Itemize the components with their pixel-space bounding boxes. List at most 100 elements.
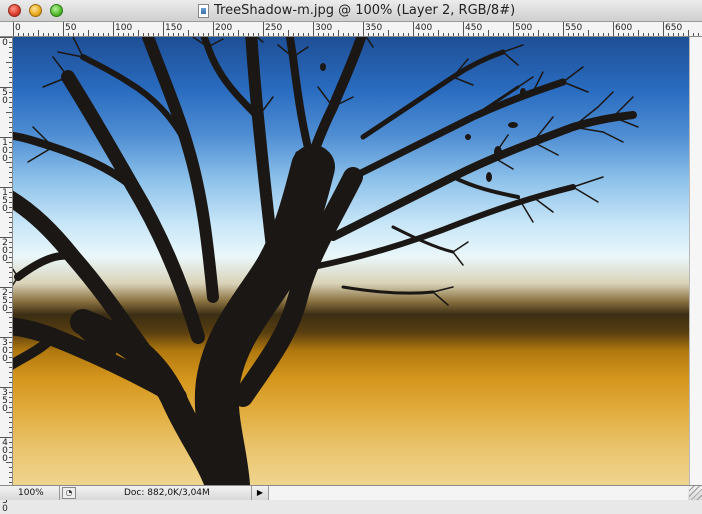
ruler-minor-tick [58, 33, 59, 36]
ruler-minor-tick [6, 62, 12, 63]
ruler-minor-tick [458, 33, 459, 36]
ruler-minor-tick [23, 33, 24, 36]
image-canvas[interactable] [13, 37, 689, 485]
vertical-scrollbar[interactable] [689, 37, 702, 485]
ruler-minor-tick [368, 33, 369, 36]
ruler-minor-tick [9, 372, 12, 373]
ruler-minor-tick [278, 33, 279, 36]
ruler-minor-tick [9, 357, 12, 358]
horizontal-ruler[interactable]: 0 50 100 150 200 250 300 350 400 450 500 550 600 650 [0, 22, 702, 37]
ruler-minor-tick [9, 332, 12, 333]
close-button-icon[interactable] [8, 4, 21, 17]
ruler-minor-tick [6, 112, 12, 113]
ruler-minor-tick [348, 33, 349, 36]
ruler-major-tick [113, 22, 114, 36]
ruler-minor-tick [9, 472, 12, 473]
ruler-minor-tick [123, 33, 124, 36]
ruler-label: 250 [265, 23, 283, 33]
ruler-minor-tick [9, 267, 12, 268]
document-info[interactable]: Doc: 882,0K/3,04M [80, 486, 252, 500]
ruler-minor-tick [9, 182, 12, 183]
ruler-minor-tick [9, 352, 12, 353]
ruler-label: 650 [665, 23, 683, 33]
ruler-label: 300 [315, 23, 333, 33]
ruler-minor-tick [473, 33, 474, 36]
ruler-minor-tick [9, 402, 12, 403]
ruler-minor-tick [193, 33, 194, 36]
ruler-minor-tick [9, 282, 12, 283]
ruler-label: 5 0 [2, 88, 8, 106]
ruler-minor-tick [588, 30, 589, 36]
ruler-minor-tick [448, 33, 449, 36]
ruler-minor-tick [583, 33, 584, 36]
ruler-minor-tick [9, 47, 12, 48]
ruler-minor-tick [308, 33, 309, 36]
ruler-minor-tick [303, 33, 304, 36]
vertical-ruler[interactable]: 05 01 0 01 5 02 0 02 5 03 0 03 5 04 0 04… [0, 37, 13, 514]
ruler-minor-tick [533, 33, 534, 36]
document-proxy-icon[interactable] [198, 4, 209, 18]
horizontal-scrollbar[interactable] [268, 486, 688, 500]
ruler-label: 350 [365, 23, 383, 33]
ruler-minor-tick [9, 242, 12, 243]
ruler-minor-tick [373, 33, 374, 36]
ruler-minor-tick [593, 33, 594, 36]
ruler-minor-tick [598, 33, 599, 36]
tree-silhouette [13, 37, 639, 485]
ruler-minor-tick [283, 33, 284, 36]
zoom-level-field[interactable]: 100% [0, 486, 60, 500]
ruler-minor-tick [43, 33, 44, 36]
ruler-minor-tick [78, 33, 79, 36]
ruler-minor-tick [293, 33, 294, 36]
ruler-label: 550 [565, 23, 583, 33]
ruler-minor-tick [48, 33, 49, 36]
ruler-minor-tick [658, 33, 659, 36]
ruler-minor-tick [9, 397, 12, 398]
ruler-minor-tick [9, 127, 12, 128]
ruler-major-tick [513, 22, 514, 36]
ruler-minor-tick [503, 33, 504, 36]
ruler-minor-tick [443, 33, 444, 36]
ruler-minor-tick [6, 462, 12, 463]
zoom-button-icon[interactable] [50, 4, 63, 17]
ruler-label: 0 [2, 38, 8, 48]
ruler-minor-tick [9, 377, 12, 378]
ruler-minor-tick [403, 33, 404, 36]
ruler-minor-tick [9, 247, 12, 248]
ruler-minor-tick [408, 33, 409, 36]
ruler-minor-tick [328, 33, 329, 36]
ruler-minor-tick [638, 30, 639, 36]
ruler-minor-tick [528, 33, 529, 36]
title-bar[interactable]: TreeShadow-m.jpg @ 100% (Layer 2, RGB/8#… [0, 0, 702, 22]
minimize-button-icon[interactable] [29, 4, 42, 17]
ruler-minor-tick [6, 362, 12, 363]
ruler-minor-tick [9, 317, 12, 318]
ruler-minor-tick [98, 33, 99, 36]
ruler-minor-tick [203, 33, 204, 36]
ruler-label: 150 [165, 23, 183, 33]
ruler-minor-tick [9, 57, 12, 58]
ruler-minor-tick [178, 33, 179, 36]
info-toggle-icon[interactable]: ◔ [62, 487, 76, 499]
ruler-label: 400 [415, 23, 433, 33]
ruler-minor-tick [318, 33, 319, 36]
ruler-minor-tick [6, 412, 12, 413]
ruler-minor-tick [103, 33, 104, 36]
ruler-minor-tick [9, 447, 12, 448]
ruler-minor-tick [578, 33, 579, 36]
ruler-minor-tick [143, 33, 144, 36]
ruler-minor-tick [223, 33, 224, 36]
ruler-minor-tick [68, 33, 69, 36]
ruler-minor-tick [553, 33, 554, 36]
ruler-minor-tick [6, 162, 12, 163]
ruler-label: 1 0 0 [2, 138, 8, 164]
status-menu-arrow-icon[interactable]: ▶ [254, 487, 266, 499]
ruler-minor-tick [9, 252, 12, 253]
ruler-minor-tick [9, 452, 12, 453]
ruler-minor-tick [9, 72, 12, 73]
ruler-minor-tick [9, 307, 12, 308]
ruler-major-tick [313, 22, 314, 36]
ruler-minor-tick [543, 33, 544, 36]
ruler-minor-tick [9, 342, 12, 343]
resize-grip-icon[interactable] [689, 486, 702, 500]
